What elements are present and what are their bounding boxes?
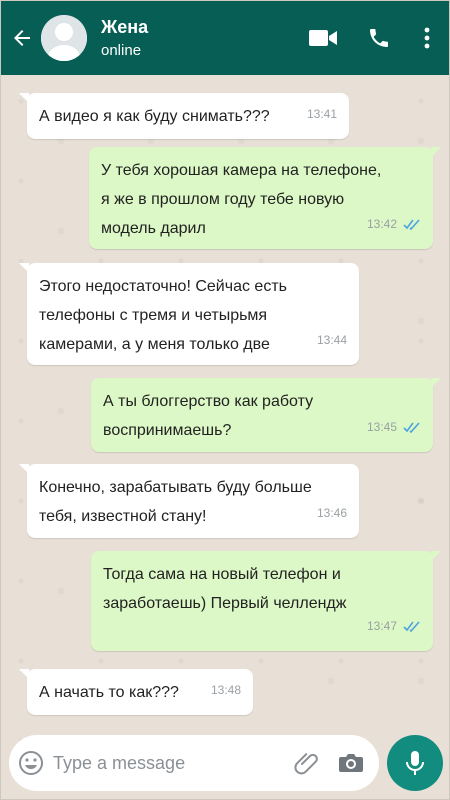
message-outgoing[interactable]: А ты блоггерство как работу воспринимаеш… [91,378,441,452]
microphone-icon [406,751,424,775]
double-check-read-icon [403,422,420,433]
message-incoming[interactable]: Конечно, зарабатывать буду больше тебя, … [19,464,359,538]
avatar[interactable] [41,15,87,61]
paperclip-icon [294,753,318,775]
message-input[interactable] [53,752,285,774]
message-incoming[interactable]: А видео я как буду снимать??? 13:41 [19,93,349,139]
message-time: 13:41 [306,107,337,121]
message-time: 13:45 [366,420,397,434]
message-time: 13:46 [316,506,347,520]
message-incoming[interactable]: Этого недостаточно! Сейчас есть телефоны… [19,263,359,365]
message-incoming[interactable]: А начать то как??? 13:48 [19,669,253,715]
camera-icon [339,754,363,772]
double-check-read-icon [403,219,420,230]
chat-screen: Жена online А видео я как буду снимать??… [0,0,450,800]
message-outgoing[interactable]: Тогда сама на новый телефон и заработаеш… [91,551,441,651]
message-time: 13:44 [316,333,347,347]
video-call-button[interactable] [295,1,351,75]
message-time: 13:42 [366,217,397,231]
attach-button[interactable] [285,735,329,791]
contact-status: online [101,41,142,59]
menu-button[interactable] [407,1,447,75]
message-text: Тогда сама на новый телефон и заработаеш… [103,566,347,612]
message-text: А видео я как буду снимать??? [39,108,270,125]
camera-button[interactable] [329,735,373,791]
double-check-read-icon [403,621,420,632]
arrow-left-icon [14,30,30,46]
message-time: 13:47 [366,619,397,633]
message-text: Конечно, зарабатывать буду больше тебя, … [39,479,312,525]
message-composer [9,735,379,791]
default-avatar-icon [41,15,87,61]
contact-info[interactable]: Жена online [101,16,295,61]
voice-call-button[interactable] [351,1,407,75]
voice-message-button[interactable] [387,735,443,791]
back-button[interactable] [5,1,39,75]
message-text: Этого недостаточно! Сейчас есть телефоны… [39,278,287,353]
emoji-button[interactable] [9,735,53,791]
more-vertical-icon [424,27,430,49]
phone-icon [370,29,388,47]
video-camera-icon [309,30,337,46]
emoji-icon [19,751,43,775]
message-time: 13:48 [210,683,241,697]
message-outgoing[interactable]: У тебя хорошая камера на телефоне, я же … [89,147,441,249]
contact-name: Жена [101,16,149,37]
chat-header: Жена online [1,1,449,75]
